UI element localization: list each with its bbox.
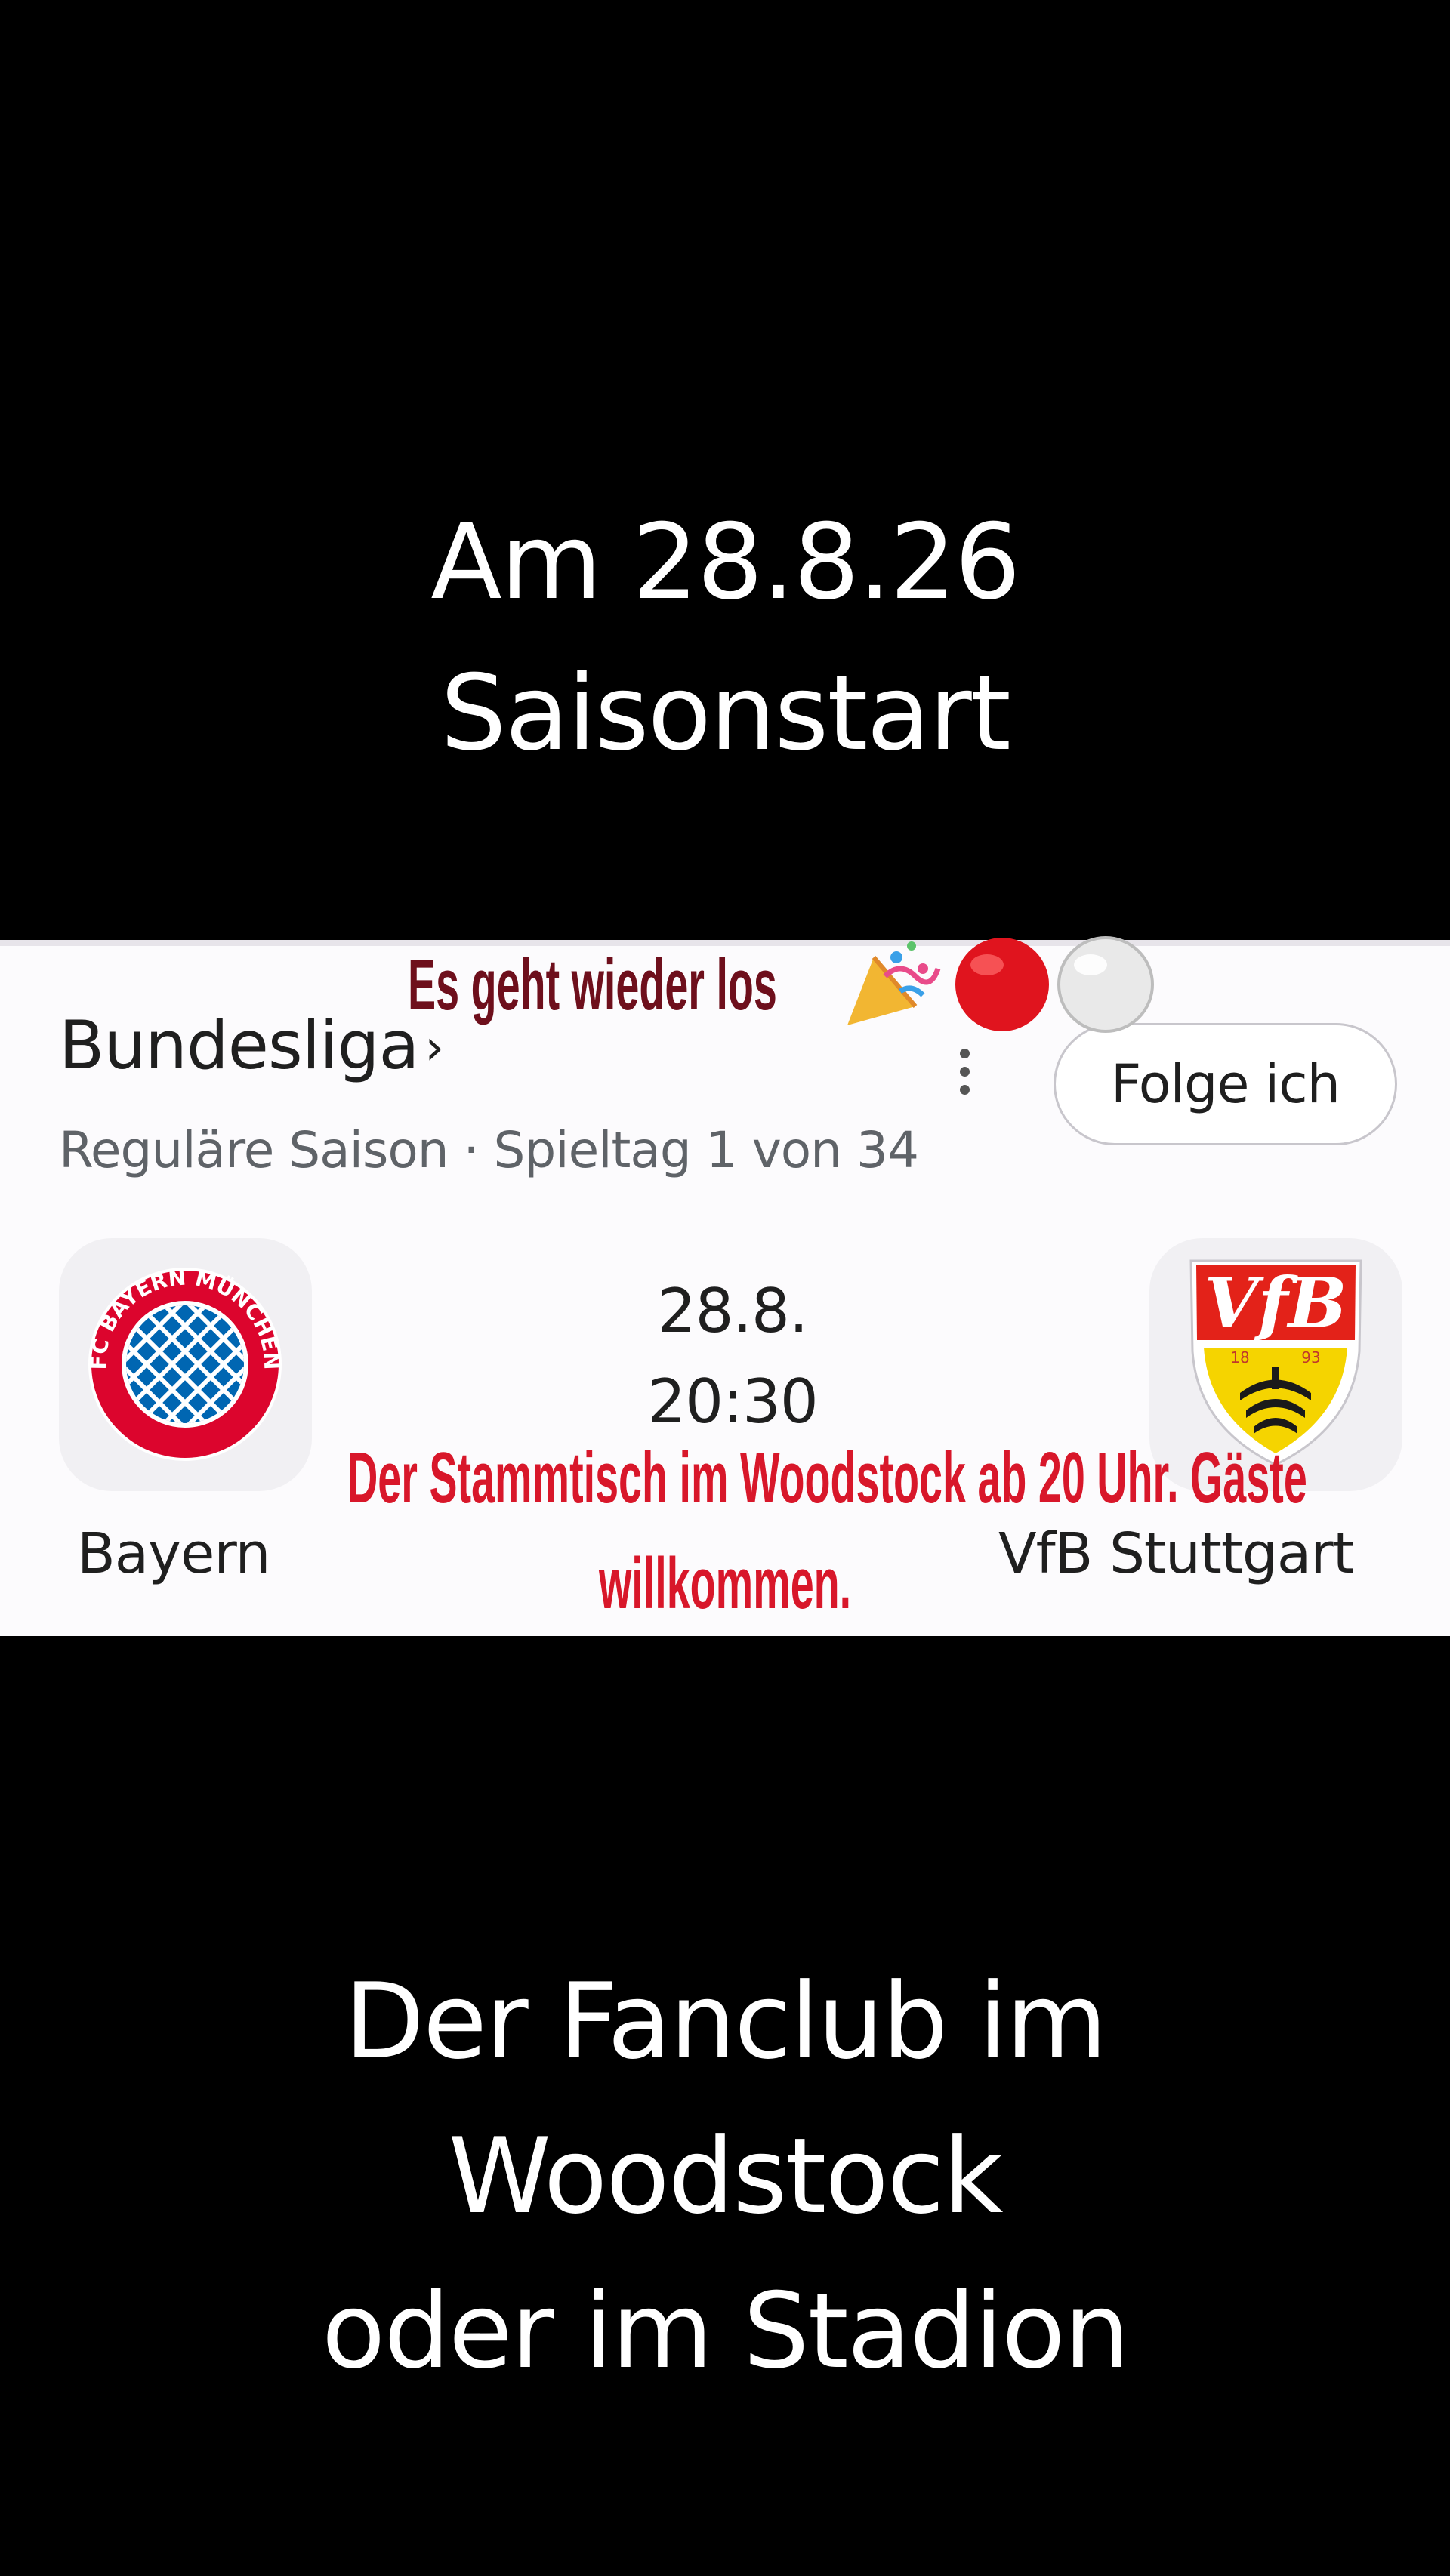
bottom-caption-line-1: Der Fanclub im xyxy=(344,1961,1107,2082)
top-caption-line-2: Saisonstart xyxy=(440,652,1011,774)
bottom-caption-line-2: Woodstock xyxy=(448,2115,1003,2237)
top-caption-line-1: Am 28.8.26 xyxy=(430,501,1020,623)
bottom-caption: Der Fanclub im Woodstock oder im Stadion xyxy=(0,1944,1450,2408)
more-vertical-icon[interactable] xyxy=(953,1046,976,1098)
follow-button[interactable]: Folge ich xyxy=(1054,1023,1397,1145)
overlay-emojis xyxy=(847,936,1154,1033)
svg-text:VfB: VfB xyxy=(1205,1262,1347,1344)
white-circle-icon xyxy=(1057,936,1154,1033)
overlay-note-line-1: Der Stammtisch im Woodstock ab 20 Uhr. G… xyxy=(347,1437,1307,1518)
overlay-note: Der Stammtisch im Woodstock ab 20 Uhr. G… xyxy=(0,1425,1450,1637)
overlay-note-line-2: willkommen. xyxy=(598,1543,852,1624)
top-caption: Am 28.8.26 Saisonstart xyxy=(0,487,1450,789)
league-title-link[interactable]: Bundesliga › xyxy=(59,1006,444,1084)
party-popper-icon xyxy=(847,941,941,1025)
red-circle-icon xyxy=(955,938,1049,1031)
svg-text:18: 18 xyxy=(1230,1348,1249,1367)
bottom-caption-line-3: oder im Stadion xyxy=(321,2270,1130,2392)
season-subtitle: Reguläre Saison · Spieltag 1 von 34 xyxy=(59,1121,919,1179)
svg-text:93: 93 xyxy=(1301,1348,1320,1367)
overlay-headline: Es geht wieder los xyxy=(408,944,777,1025)
league-title: Bundesliga xyxy=(59,1006,419,1084)
match-date: 28.8. xyxy=(657,1276,809,1346)
